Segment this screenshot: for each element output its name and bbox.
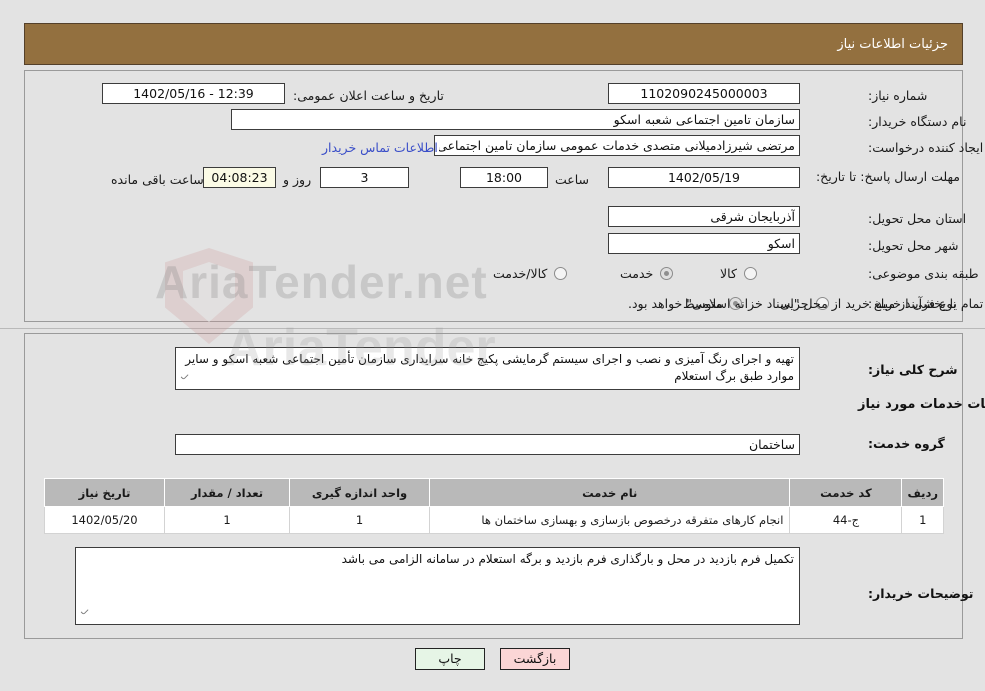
cell-unit: 1 [289,506,430,534]
print-button[interactable]: چاپ [415,648,485,670]
need-number-label: شماره نیاز: [868,87,928,103]
back-button[interactable]: بازگشت [500,648,570,670]
request-creator-label-row: ایجاد کننده درخواست: [868,136,983,158]
service-group-input[interactable] [175,434,800,455]
delivery-province-input[interactable] [608,206,800,227]
need-number-label-row: شماره نیاز: [868,84,927,106]
deadline-timer-label: ساعت باقی مانده [111,171,204,187]
delivery-city-label-row: شهر محل تحویل: [868,234,958,256]
section-divider [0,328,985,329]
cell-service-code: ج-44 [789,506,903,534]
delivery-city-label: شهر محل تحویل: [868,237,959,253]
subject-category-option-khedmat[interactable]: خدمت [620,262,674,284]
need-info-panel [24,70,963,322]
deadline-hour-label-row: ساعت [555,168,589,190]
buyer-org-input[interactable] [231,109,800,130]
radio-kala-label: کالا [720,265,737,281]
treasury-bond-checkbox-label: پرداخت تمام یا بخشی از مبلغ خرید از محل … [628,295,985,311]
delivery-city-input[interactable] [608,233,800,254]
buyer-contact-link[interactable]: اطلاعات تماس خریدار [322,140,438,155]
cell-quantity: 1 [164,506,290,534]
services-table-header-row: ردیف کد خدمت نام خدمت واحد اندازه گیری ت… [44,478,944,507]
need-number-input[interactable] [608,83,800,104]
cell-service-name: انجام کارهای متفرقه درخصوص بازسازی و بهس… [428,506,791,534]
deadline-timer-label-row: ساعت باقی مانده [111,168,204,190]
deadline-hour-input[interactable] [460,167,548,188]
request-creator-label: ایجاد کننده درخواست: [868,139,984,155]
announce-datetime-input[interactable] [102,83,285,104]
cell-row-no: 1 [901,506,944,534]
services-section-heading: اطلاعات خدمات مورد نیاز [858,397,985,412]
deadline-countdown-timer [203,167,276,188]
radio-kala-khedmat-icon[interactable] [554,266,568,280]
th-quantity[interactable]: تعداد / مقدار [164,478,290,507]
announce-datetime-label-row: تاریخ و ساعت اعلان عمومی: [293,84,444,106]
deadline-days-input[interactable] [320,167,409,188]
services-table-head: ردیف کد خدمت نام خدمت واحد اندازه گیری ت… [44,478,944,507]
buyer-org-label-row: نام دستگاه خریدار: [868,110,966,132]
request-creator-input[interactable] [434,135,800,156]
buyer-org-label: نام دستگاه خریدار: [868,113,967,129]
announce-datetime-label: تاریخ و ساعت اعلان عمومی: [293,87,444,103]
subject-category-option-kala[interactable]: کالا [720,262,757,284]
service-group-label: گروه خدمت: [868,436,945,451]
radio-kala-khedmat-label: کالا/خدمت [493,265,548,281]
services-table-wrapper: ردیف کد خدمت نام خدمت واحد اندازه گیری ت… [44,478,944,534]
subject-category-option-kala-khedmat[interactable]: کالا/خدمت [493,262,568,284]
table-row: 1 ج-44 انجام کارهای متفرقه درخصوص بازساز… [44,506,944,534]
radio-kala-icon[interactable] [743,266,757,280]
footer-button-bar: بازگشت چاپ [0,648,985,670]
cell-need-date: 1402/05/20 [44,506,165,534]
buyer-notes-textarea[interactable]: تکمیل فرم بازدید در محل و بارگذاری فرم ب… [75,547,800,625]
th-unit[interactable]: واحد اندازه گیری [289,478,430,507]
deadline-date-input[interactable] [608,167,800,188]
deadline-days-label: روز و [283,171,312,187]
th-service-code[interactable]: کد خدمت [789,478,903,507]
deadline-days-label-row: روز و [283,168,311,190]
buyer-contact-link-row: اطلاعات تماس خریدار [322,136,438,158]
page-title-text: جزئیات اطلاعات نیاز [837,36,948,52]
th-need-date[interactable]: تاریخ نیاز [44,478,165,507]
page-title: جزئیات اطلاعات نیاز [24,23,963,65]
services-table: ردیف کد خدمت نام خدمت واحد اندازه گیری ت… [44,478,944,534]
treasury-bond-checkbox-row[interactable]: پرداخت تمام یا بخشی از مبلغ خرید از محل … [628,292,985,314]
th-row-no[interactable]: ردیف [901,478,944,507]
page-root: AriaTender.net AriaTender جزئیات اطلاعات… [0,0,985,691]
buyer-notes-label: توضیحات خریدار: [868,586,974,601]
radio-khedmat-icon[interactable] [660,266,674,280]
th-service-name[interactable]: نام خدمت [428,478,791,507]
services-table-body: 1 ج-44 انجام کارهای متفرقه درخصوص بازساز… [44,506,944,534]
delivery-province-label: استان محل تحویل: [868,210,967,226]
delivery-province-label-row: استان محل تحویل: [868,207,966,229]
deadline-label-row: مهلت ارسال پاسخ: تا تاریخ: [815,160,960,192]
description-label: شرح کلی نیاز: [868,362,958,377]
deadline-hour-label: ساعت [555,171,590,187]
subject-category-label-row: طبقه بندی موضوعی: [868,262,979,284]
description-textarea[interactable]: تهیه و اجرای رنگ آمیزی و نصب و اجرای سیس… [175,347,800,390]
deadline-label: مهلت ارسال پاسخ: تا تاریخ: [815,168,960,184]
subject-category-label: طبقه بندی موضوعی: [868,265,979,281]
radio-khedmat-label: خدمت [620,265,654,281]
